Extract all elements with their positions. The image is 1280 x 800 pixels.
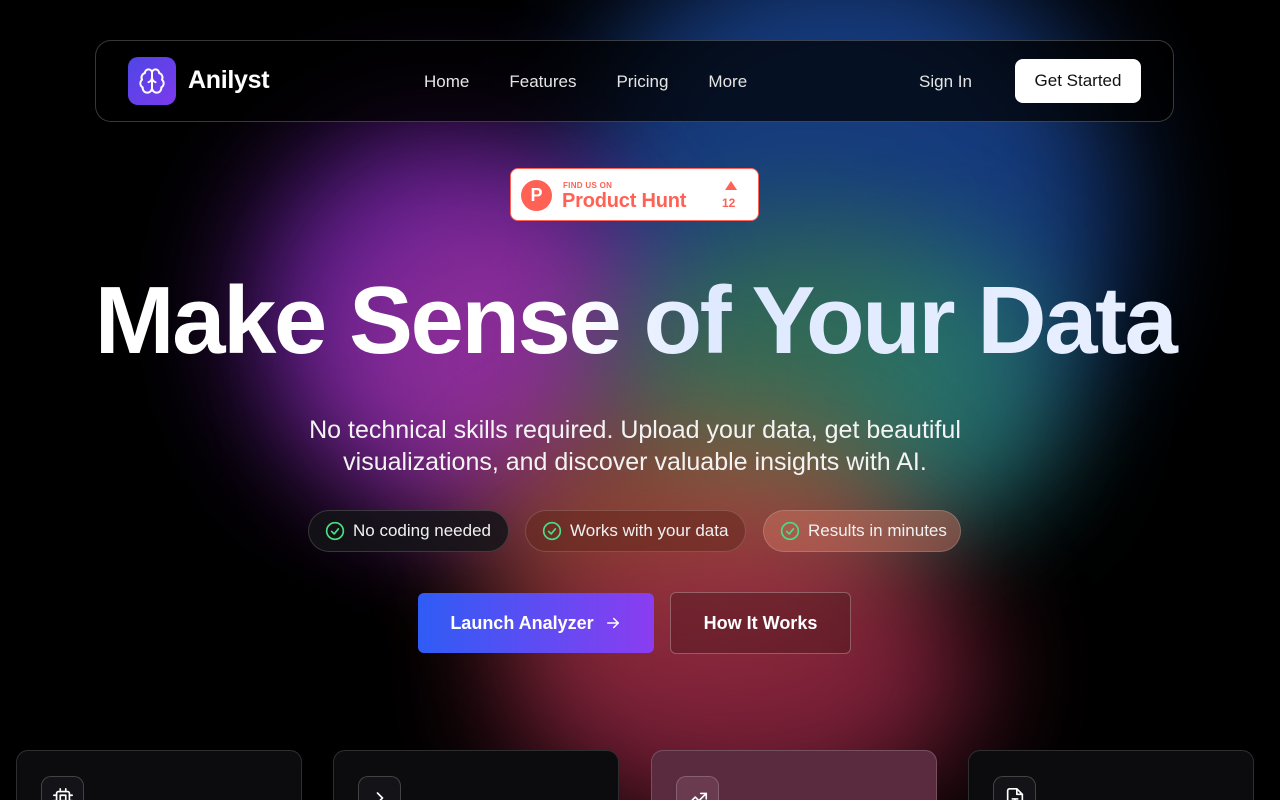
arrow-right-icon (606, 617, 619, 629)
feature-card (16, 750, 302, 800)
trending-up-icon (690, 792, 707, 800)
nav-link-more[interactable]: More (708, 72, 747, 92)
cpu-icon (52, 787, 73, 800)
feature-pill-label: No coding needed (353, 521, 492, 540)
feature-pill-results-in-minutes: Results in minutes (763, 510, 961, 552)
feature-card (968, 750, 1254, 800)
how-it-works-button[interactable]: How It Works (670, 592, 851, 654)
feature-pill-no-coding: No coding needed (308, 510, 509, 552)
file-text-icon (1006, 787, 1023, 800)
brain-icon (139, 68, 165, 94)
navbar: Anilyst Home Features Pricing More Sign … (95, 40, 1174, 122)
product-hunt-badge[interactable]: P FIND US ON Product Hunt 12 (510, 168, 759, 221)
nav-link-pricing[interactable]: Pricing (616, 72, 668, 92)
sign-in-link[interactable]: Sign In (919, 72, 972, 92)
check-circle-icon (780, 521, 800, 541)
feature-pill-label: Results in minutes (808, 521, 947, 540)
hero-headline: Make Sense of Your Data (0, 266, 1270, 376)
upvote-count: 12 (722, 196, 736, 210)
check-circle-icon (325, 521, 345, 541)
product-hunt-title: Product Hunt (562, 190, 687, 212)
hero-subtitle-line-1: No technical skills required. Upload you… (309, 416, 961, 444)
hero-subtitle: No technical skills required. Upload you… (0, 414, 1270, 478)
logo[interactable] (128, 57, 176, 105)
feature-pill-label: Works with your data (570, 521, 729, 540)
check-circle-icon (542, 521, 562, 541)
nav-link-features[interactable]: Features (509, 72, 576, 92)
feature-pill-works-with-data: Works with your data (525, 510, 746, 552)
brand-name[interactable]: Anilyst (188, 66, 270, 95)
chevron-right-icon (376, 791, 383, 800)
feature-card (333, 750, 619, 800)
feature-card (651, 750, 937, 800)
nav-link-home[interactable]: Home (424, 72, 469, 92)
product-hunt-logo-icon: P (521, 180, 552, 211)
launch-analyzer-label: Launch Analyzer (450, 612, 594, 633)
hero-subtitle-line-2: visualizations, and discover valuable in… (343, 448, 927, 476)
product-hunt-caption: FIND US ON (563, 181, 613, 190)
launch-analyzer-button[interactable]: Launch Analyzer (418, 593, 654, 653)
nav-links: Home Features Pricing More (424, 72, 747, 92)
get-started-button[interactable]: Get Started (1015, 59, 1141, 103)
upvote-arrow-icon (725, 181, 737, 190)
